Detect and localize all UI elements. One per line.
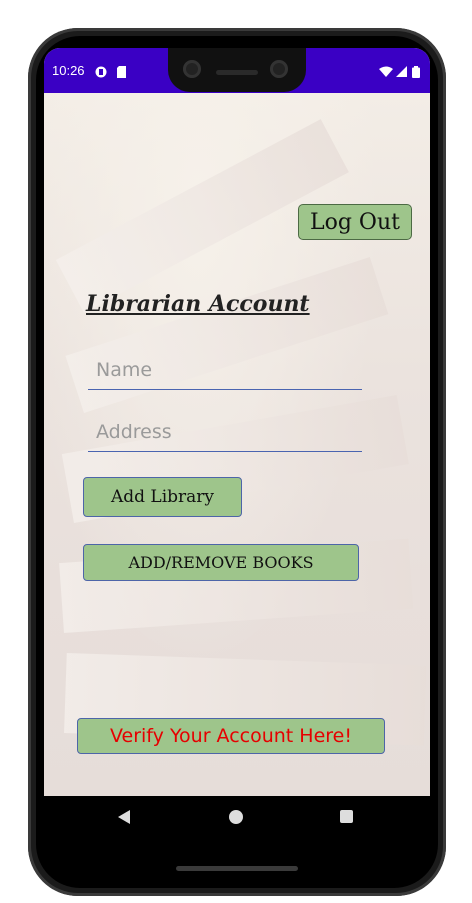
address-input[interactable] bbox=[88, 412, 362, 452]
recent-apps-icon[interactable] bbox=[340, 810, 353, 823]
navigation-bar bbox=[44, 796, 430, 838]
page-title: Librarian Account bbox=[86, 291, 310, 317]
logout-button[interactable]: Log Out bbox=[298, 204, 412, 240]
back-icon[interactable] bbox=[118, 810, 130, 824]
front-sensor-icon bbox=[270, 60, 288, 78]
front-camera-icon bbox=[183, 60, 201, 78]
signal-icon bbox=[396, 63, 407, 77]
app-screen: 10:26 Log Out Librarian Account Add Libr… bbox=[44, 48, 430, 796]
wifi-icon bbox=[379, 63, 393, 77]
status-bar: 10:26 bbox=[44, 48, 430, 93]
home-icon[interactable] bbox=[229, 810, 243, 824]
camera-notch bbox=[168, 48, 306, 92]
name-input[interactable] bbox=[88, 350, 362, 390]
battery-icon bbox=[412, 63, 420, 78]
verify-account-button[interactable]: Verify Your Account Here! bbox=[77, 718, 385, 754]
notification-icon bbox=[95, 63, 107, 78]
status-time: 10:26 bbox=[52, 63, 85, 78]
add-library-button[interactable]: Add Library bbox=[83, 477, 242, 517]
gesture-handle bbox=[176, 866, 298, 871]
sd-card-icon bbox=[116, 63, 127, 78]
earpiece-speaker bbox=[216, 70, 258, 75]
add-remove-books-button[interactable]: ADD/REMOVE BOOKS bbox=[83, 544, 359, 581]
